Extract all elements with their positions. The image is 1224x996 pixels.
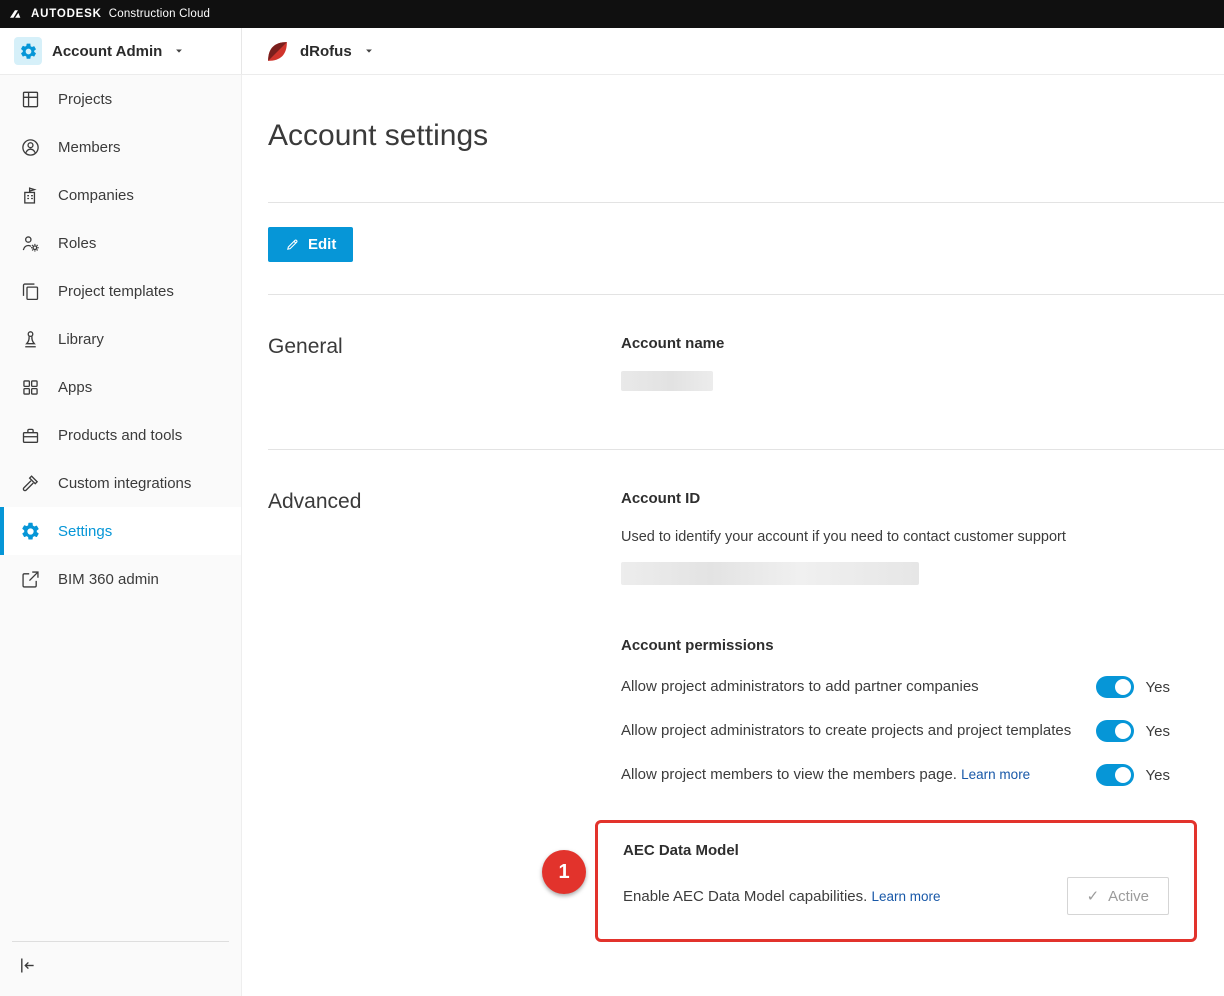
products-and-tools-icon — [20, 425, 41, 446]
page-title: Account settings — [268, 117, 1224, 154]
sidebar-item-label: Members — [58, 139, 121, 156]
toggle-knob — [1115, 767, 1131, 783]
companies-icon — [20, 185, 41, 206]
permission-row-view-members: Allow project members to view the member… — [621, 764, 1224, 786]
construction-cloud-text: Construction Cloud — [109, 8, 210, 20]
account-admin-module-selector[interactable]: Account Admin — [0, 28, 242, 74]
sidebar-item-project-templates[interactable]: Project templates — [0, 267, 241, 315]
sidebar-item-library[interactable]: Library — [0, 315, 241, 363]
sidebar-item-label: Library — [58, 331, 104, 348]
drofus-logo-icon — [265, 39, 290, 64]
app-header: Account Admin dRofus — [0, 28, 1224, 75]
sidebar-nav: Projects Members Companies Roles — [0, 75, 242, 996]
collapse-sidebar-icon[interactable] — [17, 955, 38, 976]
general-section-heading: General — [268, 335, 621, 391]
divider — [268, 202, 1224, 203]
autodesk-top-bar: AUTODESK Construction Cloud — [0, 0, 1224, 28]
account-selector-label: dRofus — [300, 43, 352, 60]
permission-text-label: Allow project members to view the member… — [621, 766, 957, 783]
toggle-value-label: Yes — [1146, 723, 1170, 740]
check-icon: ✓ — [1087, 887, 1100, 905]
sidebar-item-label: Settings — [58, 523, 112, 540]
sidebar-item-label: Companies — [58, 187, 134, 204]
annotation-number-badge: 1 — [542, 850, 586, 894]
chevron-down-icon — [364, 46, 374, 56]
sidebar-item-label: Projects — [58, 91, 112, 108]
permission-text-label: Allow project administrators to create p… — [621, 722, 1071, 739]
permission-text: Allow project administrators to create p… — [621, 720, 1071, 742]
annotation-highlight-box: 1 AEC Data Model Enable AEC Data Model c… — [595, 820, 1197, 942]
apps-icon — [20, 377, 41, 398]
roles-icon — [20, 233, 41, 254]
account-id-value-redacted — [621, 562, 919, 585]
custom-integrations-icon — [20, 473, 41, 494]
project-templates-icon — [20, 281, 41, 302]
permission-text: Allow project administrators to add part… — [621, 676, 979, 698]
permission-row-partner-companies: Allow project administrators to add part… — [621, 676, 1224, 698]
account-selector[interactable]: dRofus — [242, 39, 374, 64]
permission-row-create-projects: Allow project administrators to create p… — [621, 720, 1224, 742]
autodesk-brand-text: AUTODESK — [31, 8, 102, 20]
account-permissions-heading: Account permissions — [621, 637, 1224, 654]
module-label: Account Admin — [52, 43, 162, 60]
pencil-icon — [285, 237, 300, 252]
account-id-label: Account ID — [621, 490, 1224, 507]
members-icon — [20, 137, 41, 158]
projects-icon — [20, 89, 41, 110]
sidebar-item-custom-integrations[interactable]: Custom integrations — [0, 459, 241, 507]
aec-description-label: Enable AEC Data Model capabilities. — [623, 888, 867, 905]
sidebar-item-roles[interactable]: Roles — [0, 219, 241, 267]
sidebar-item-apps[interactable]: Apps — [0, 363, 241, 411]
sidebar-item-projects[interactable]: Projects — [0, 75, 241, 123]
toggle-knob — [1115, 723, 1131, 739]
autodesk-logo-icon — [10, 8, 24, 20]
toggle-switch[interactable] — [1096, 764, 1134, 786]
bim360-admin-external-link-icon — [20, 569, 41, 590]
toggle-value-label: Yes — [1146, 767, 1170, 784]
edit-button-label: Edit — [308, 236, 336, 253]
toggle-knob — [1115, 679, 1131, 695]
permission-control: Yes — [1096, 676, 1170, 698]
app-shell: AUTODESK Construction Cloud Account Admi… — [0, 0, 1224, 996]
account-name-label: Account name — [621, 335, 1224, 352]
permission-control: Yes — [1096, 764, 1170, 786]
sidebar-item-bim360-admin[interactable]: BIM 360 admin — [0, 555, 241, 603]
account-admin-gear-icon — [14, 37, 42, 65]
main-content: Account settings Edit General Account na… — [242, 75, 1224, 996]
sidebar-item-label: Roles — [58, 235, 96, 252]
toggle-switch[interactable] — [1096, 720, 1134, 742]
library-icon — [20, 329, 41, 350]
general-section: General Account name — [268, 295, 1224, 391]
permission-text-label: Allow project administrators to add part… — [621, 678, 979, 695]
permission-control: Yes — [1096, 720, 1170, 742]
permission-text: Allow project members to view the member… — [621, 764, 1030, 786]
active-button-label: Active — [1108, 888, 1149, 905]
sidebar-footer — [12, 941, 229, 996]
sidebar-item-label: Custom integrations — [58, 475, 191, 492]
chevron-down-icon — [174, 46, 184, 56]
account-id-description: Used to identify your account if you nee… — [621, 529, 1224, 545]
aec-data-model-description: Enable AEC Data Model capabilities. Lear… — [623, 888, 941, 905]
active-status-button[interactable]: ✓ Active — [1067, 877, 1169, 915]
settings-icon — [20, 521, 41, 542]
learn-more-link[interactable]: Learn more — [871, 889, 940, 904]
sidebar-item-settings[interactable]: Settings — [0, 507, 241, 555]
aec-data-model-heading: AEC Data Model — [623, 842, 1169, 859]
learn-more-link[interactable]: Learn more — [961, 767, 1030, 782]
toggle-switch[interactable] — [1096, 676, 1134, 698]
sidebar-item-label: Products and tools — [58, 427, 182, 444]
sidebar-item-label: BIM 360 admin — [58, 571, 159, 588]
account-name-value-redacted — [621, 371, 713, 391]
sidebar-item-members[interactable]: Members — [0, 123, 241, 171]
toggle-value-label: Yes — [1146, 679, 1170, 696]
sidebar-item-label: Apps — [58, 379, 92, 396]
edit-button[interactable]: Edit — [268, 227, 353, 262]
sidebar-item-label: Project templates — [58, 283, 174, 300]
advanced-section: Advanced Account ID Used to identify you… — [268, 450, 1224, 942]
sidebar-item-companies[interactable]: Companies — [0, 171, 241, 219]
sidebar-item-products-and-tools[interactable]: Products and tools — [0, 411, 241, 459]
